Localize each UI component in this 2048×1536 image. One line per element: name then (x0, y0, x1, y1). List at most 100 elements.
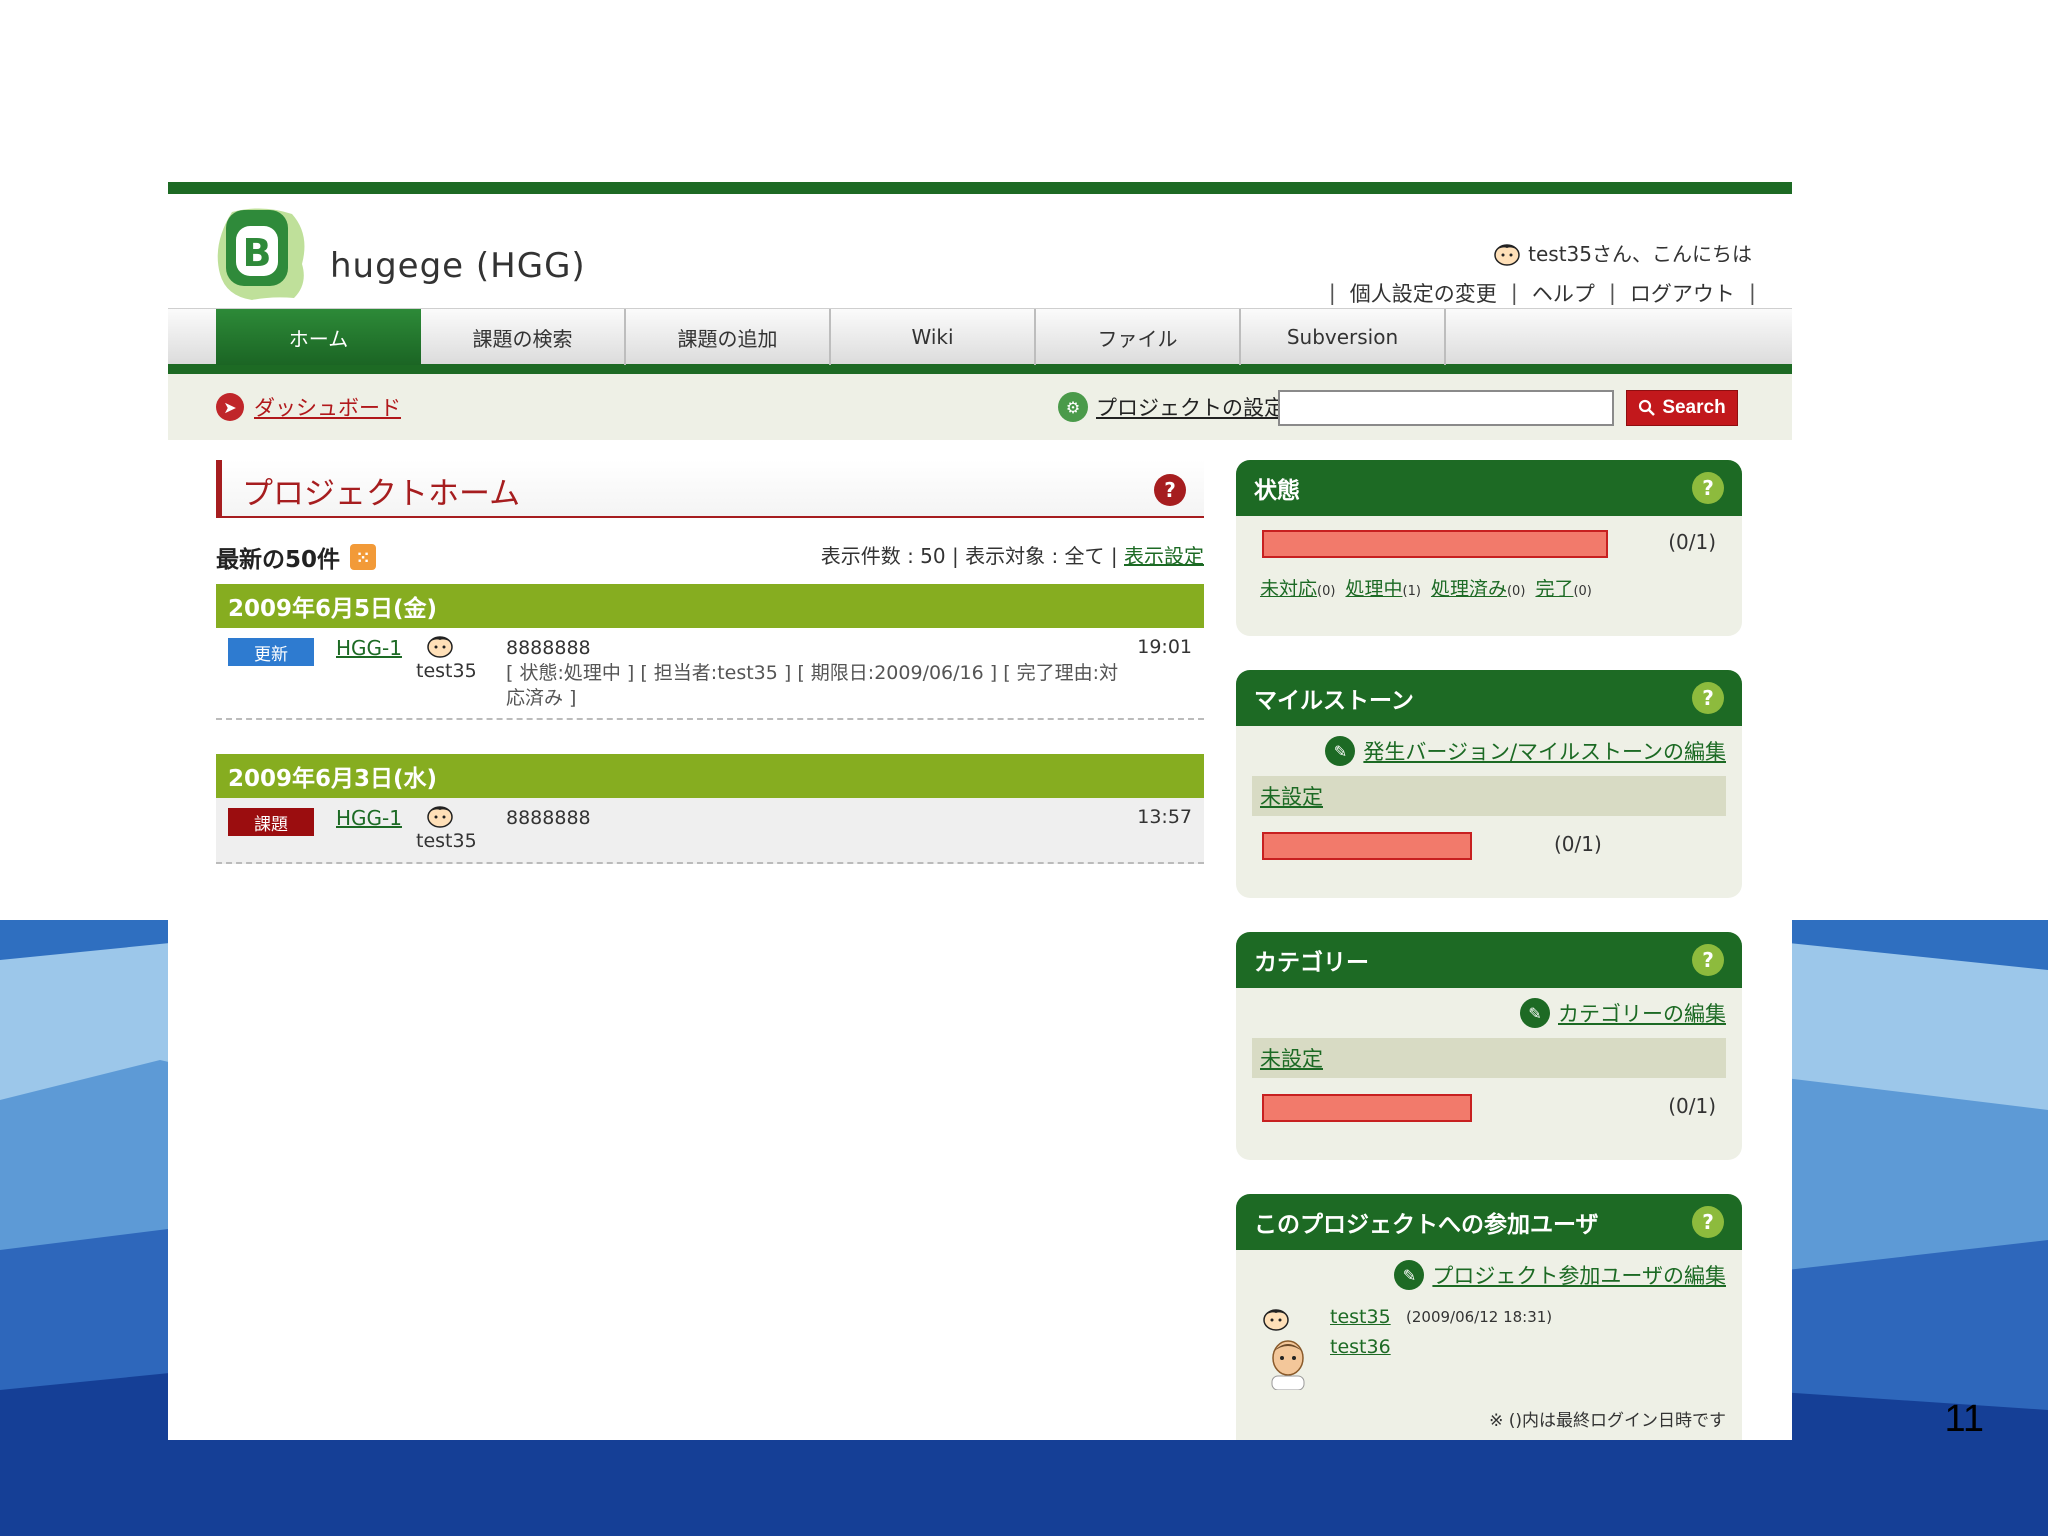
edit-milestone-link[interactable]: ✎ 発生バージョン/マイルストーンの編集 (1236, 726, 1742, 776)
user-avatar-icon (1263, 1309, 1289, 1331)
category-panel-title: カテゴリー (1254, 950, 1369, 976)
personal-settings-link[interactable]: 個人設定の変更 (1350, 278, 1497, 308)
activity-entry: 更新 HGG-1 test35 8888888 [ 状態:処理中 ] [ 担当者… (216, 628, 1204, 720)
slide-number: 11 (1944, 1398, 1984, 1440)
display-settings: 表示件数 : 50 | 表示対象 : 全て | 表示設定 (821, 540, 1204, 569)
svg-text:B: B (243, 231, 272, 275)
screenshot-window: B hugege (HGG) test35さん、こんにちは | 個人設定の変更 … (168, 182, 1792, 1440)
members-footnote: ※ ()内は最終ログイン日時です (1489, 1411, 1726, 1431)
entry-summary: 8888888 (506, 807, 591, 829)
dashboard-link[interactable]: ➤ ダッシュボード (216, 392, 401, 422)
latest-header: 最新の50件 ⁙ 表示件数 : 50 | 表示対象 : 全て | 表示設定 (216, 540, 1204, 573)
entry-time: 13:57 (1137, 806, 1192, 828)
user-avatar-icon (1494, 243, 1520, 266)
edit-category-label: カテゴリーの編集 (1558, 1002, 1726, 1026)
milestone-progress: (0/1) (1236, 832, 1742, 860)
milestone-panel-title: マイルストーン (1254, 688, 1414, 714)
toolbar: ➤ ダッシュボード ⚙ プロジェクトの設定 Search (168, 374, 1792, 440)
edit-milestone-label: 発生バージョン/マイルストーンの編集 (1363, 740, 1726, 764)
progress-count: (0/1) (1668, 530, 1716, 554)
tab-issue-search[interactable]: 課題の検索 (421, 309, 626, 365)
tab-subversion[interactable]: Subversion (1241, 309, 1446, 365)
display-settings-link[interactable]: 表示設定 (1124, 544, 1204, 568)
tab-home[interactable]: ホーム (216, 309, 421, 365)
page-title: プロジェクトホーム (242, 476, 521, 512)
project-settings-link[interactable]: ⚙ プロジェクトの設定 (1058, 392, 1285, 422)
top-stripe (168, 182, 1792, 194)
help-icon[interactable]: ? (1692, 682, 1724, 714)
status-link-in-progress[interactable]: 処理中 (1345, 578, 1402, 600)
search-button-label: Search (1662, 397, 1726, 418)
progress-bar (1262, 832, 1472, 860)
status-link-closed[interactable]: 完了 (1535, 578, 1573, 600)
milestone-panel: マイルストーン ? ✎ 発生バージョン/マイルストーンの編集 未設定 (0/1) (1236, 670, 1742, 898)
rss-icon[interactable]: ⁙ (350, 544, 377, 570)
progress-count: (0/1) (1554, 832, 1602, 856)
help-icon[interactable]: ? (1692, 1206, 1724, 1238)
help-icon[interactable]: ? (1692, 944, 1724, 976)
issue-link[interactable]: HGG-1 (336, 636, 402, 660)
wrench-icon: ⚙ (1058, 392, 1088, 422)
user-avatar-icon (427, 806, 453, 828)
edit-category-link[interactable]: ✎ カテゴリーの編集 (1236, 988, 1742, 1038)
search-icon (1639, 399, 1656, 416)
entry-time: 19:01 (1137, 636, 1192, 658)
status-link-open[interactable]: 未対応 (1260, 578, 1317, 600)
search-button[interactable]: Search (1626, 390, 1738, 426)
help-icon[interactable]: ? (1692, 472, 1724, 504)
progress-bar (1262, 530, 1608, 558)
main-nav: ホーム 課題の検索 課題の追加 Wiki ファイル Subversion (168, 308, 1792, 365)
members-panel-title: このプロジェクトへの参加ユーザ (1254, 1212, 1599, 1238)
latest-title: 最新の50件 ⁙ (216, 540, 377, 574)
page-title-bar: プロジェクトホーム ? (216, 460, 1204, 518)
status-link-resolved[interactable]: 処理済み (1431, 578, 1507, 600)
greeting-text: test35さん、こんにちは (1528, 242, 1752, 266)
latest-title-text: 最新の50件 (216, 547, 341, 573)
help-icon[interactable]: ? (1154, 474, 1186, 506)
category-unset-link[interactable]: 未設定 (1260, 1043, 1323, 1073)
status-panel-title: 状態 (1254, 478, 1300, 504)
status-panel: 状態 ? (0/1) 未対応(0) 処理中(1) 処理済み(0) 完了(0) (1236, 460, 1742, 636)
tab-files[interactable]: ファイル (1036, 309, 1241, 365)
pencil-icon: ✎ (1394, 1260, 1425, 1290)
tab-wiki[interactable]: Wiki (831, 309, 1036, 365)
back-arrow-icon: ➤ (216, 393, 244, 421)
project-settings-label: プロジェクトの設定 (1096, 396, 1285, 420)
search-input[interactable] (1278, 390, 1614, 426)
member-list: test35 (2009/06/12 18:31) test36 (1236, 1300, 1742, 1390)
edit-members-label: プロジェクト参加ユーザの編集 (1432, 1264, 1726, 1288)
backlog-logo-icon[interactable]: B (212, 204, 312, 302)
member-link-test35[interactable]: test35 (1330, 1306, 1391, 1328)
tab-add-issue[interactable]: 課題の追加 (626, 309, 831, 365)
pencil-icon: ✎ (1520, 998, 1550, 1028)
milestone-unset-link[interactable]: 未設定 (1260, 781, 1323, 811)
status-progress: (0/1) (1236, 530, 1742, 558)
date-bar: 2009年6月5日(金) (216, 584, 1204, 628)
entry-summary: 8888888 (506, 637, 591, 659)
sidebar: 状態 ? (0/1) 未対応(0) 処理中(1) 処理済み(0) 完了(0) マ… (1236, 460, 1742, 1440)
logout-link[interactable]: ログアウト (1630, 278, 1735, 308)
nav-bottom-stripe (168, 364, 1792, 374)
user-name: test35 (416, 830, 477, 852)
user-name: test35 (416, 660, 477, 682)
edit-members-link[interactable]: ✎ プロジェクト参加ユーザの編集 (1236, 1250, 1742, 1300)
date-bar: 2009年6月3日(水) (216, 754, 1204, 798)
header: B hugege (HGG) test35さん、こんにちは | 個人設定の変更 … (168, 194, 1792, 308)
progress-bar (1262, 1094, 1472, 1122)
entry-detail: [ 状態:処理中 ] [ 担当者:test35 ] [ 期限日:2009/06/… (506, 662, 1119, 709)
user-avatar-icon (427, 636, 453, 658)
user-greeting: test35さん、こんにちは (1492, 238, 1752, 267)
header-links: | 個人設定の変更 | ヘルプ | ログアウト | (1315, 278, 1770, 308)
help-link[interactable]: ヘルプ (1532, 278, 1595, 308)
status-links: 未対応(0) 処理中(1) 処理済み(0) 完了(0) (1260, 578, 1592, 600)
category-panel: カテゴリー ? ✎ カテゴリーの編集 未設定 (0/1) (1236, 932, 1742, 1160)
member-link-test36[interactable]: test36 (1330, 1336, 1391, 1358)
member-last-login: (2009/06/12 18:31) (1406, 1308, 1553, 1326)
issue-link[interactable]: HGG-1 (336, 806, 402, 830)
display-count-text: 表示件数 : 50 | 表示対象 : 全て | (820, 544, 1124, 568)
update-badge: 更新 (228, 638, 314, 666)
issue-badge: 課題 (228, 808, 314, 836)
activity-entry: 課題 HGG-1 test35 8888888 13:57 (216, 798, 1204, 864)
progress-count: (0/1) (1668, 1094, 1716, 1118)
members-panel: このプロジェクトへの参加ユーザ ? ✎ プロジェクト参加ユーザの編集 test3… (1236, 1194, 1742, 1440)
